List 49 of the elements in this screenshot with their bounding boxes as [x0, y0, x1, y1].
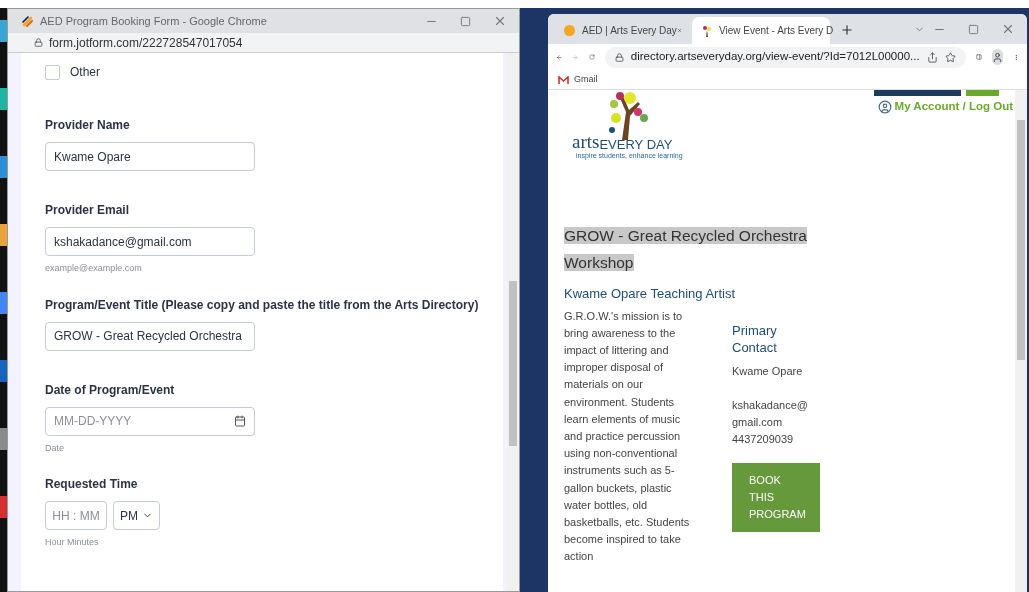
lock-icon	[34, 38, 43, 47]
contact-phone: 4437209039	[732, 432, 795, 447]
period-select[interactable]: PM	[113, 501, 160, 530]
field-label: Program/Event Title (Please copy and paste the title from the Arts Directory)	[45, 296, 480, 314]
logo-text: arts	[572, 132, 600, 152]
share-icon[interactable]	[926, 51, 938, 63]
checkbox-label: Other	[70, 64, 100, 81]
field-label: Requested Time	[45, 476, 139, 493]
close-icon[interactable]	[493, 14, 507, 28]
account-icon	[877, 99, 892, 114]
lock-icon	[614, 52, 624, 62]
event-title: GROW - Great Recycled Orchestra Workshop	[564, 226, 808, 273]
checkbox[interactable]	[45, 64, 60, 80]
field-label: Provider Email	[45, 202, 131, 219]
field-label: Date of Program/Event	[45, 381, 176, 399]
nav-bar	[966, 90, 999, 96]
scrollbar[interactable]	[507, 53, 519, 591]
contact-heading: Primary Contact	[732, 321, 778, 356]
maximize-icon[interactable]	[460, 15, 471, 27]
field-hint: Date	[45, 441, 65, 455]
bookmark-link[interactable]: Gmail	[558, 72, 598, 87]
scrollbar[interactable]	[1015, 90, 1027, 592]
tree-favicon-icon	[702, 24, 712, 37]
input-field[interactable]: Kwame Opare	[45, 142, 255, 171]
logo-text: EVERY DAY	[599, 137, 673, 152]
input-field[interactable]: kshakadance@gmail.com	[45, 227, 255, 256]
date-placeholder: MM-DD-YYYY	[54, 413, 132, 430]
close-icon[interactable]	[1001, 22, 1015, 36]
field-hint: Hour Minutes	[45, 536, 100, 549]
browser-tab[interactable]: AED | Arts Every Day	[554, 17, 692, 44]
mail-icon	[558, 75, 569, 84]
profile-icon[interactable]	[991, 49, 1003, 65]
contact-email: kshakadance@gmail.com	[732, 398, 809, 430]
field-label: Provider Name	[45, 117, 131, 134]
contact-name: Kwame Opare	[732, 363, 804, 379]
window-title: AED Program Booking Form - Google Chrome	[40, 13, 267, 29]
event-subtitle: Kwame Opare Teaching Artist	[564, 285, 736, 303]
side-panel-icon[interactable]	[975, 51, 982, 63]
address-bar[interactable]: directory.artseveryday.org/view-event/?Id=7012L00000...	[604, 46, 966, 68]
site-favicon-icon	[564, 25, 575, 36]
reload-icon[interactable]	[588, 51, 595, 63]
bookmark-star-icon[interactable]	[944, 51, 956, 63]
app-logo-icon	[22, 15, 34, 27]
calendar-icon[interactable]	[234, 415, 246, 427]
field-hint: example@example.com	[45, 262, 143, 275]
event-description: G.R.O.W.'s mission is to bring awareness to the impact of littering and improper disposal of materials on our environment. Students learn elements of music and practice percussion using non-conventional instruments such as 5-gallon buckets, plastic water bottles, old basketballs, etc. Students become inspired to take action	[564, 308, 691, 565]
new-tab-icon[interactable]	[840, 23, 854, 37]
maximize-icon[interactable]	[968, 23, 979, 35]
input-field[interactable]: GROW - Great Recycled Orchestra	[45, 321, 255, 351]
